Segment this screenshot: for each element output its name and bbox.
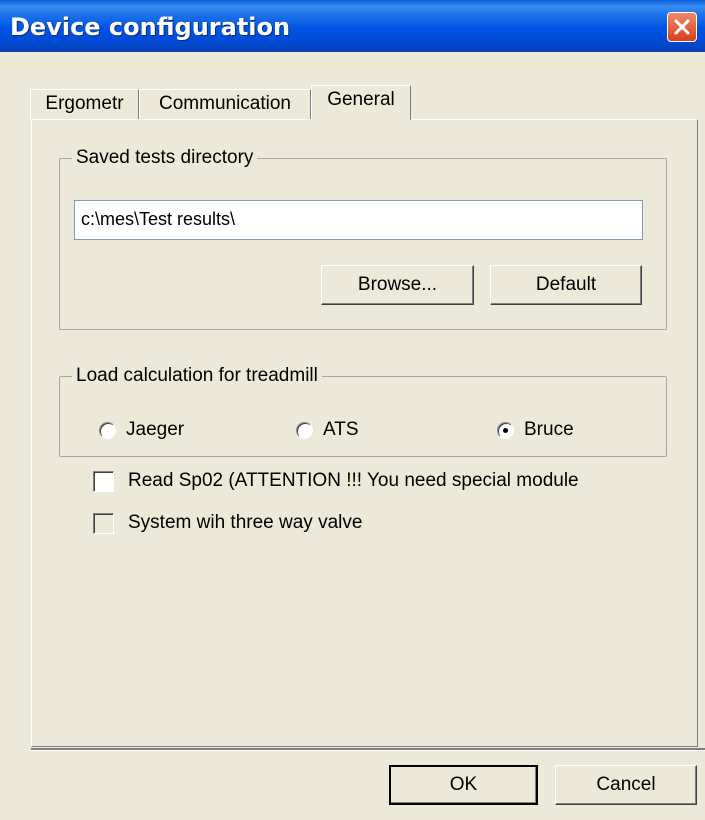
radio-button-selected[interactable] [497,421,514,439]
window-title: Device configuration [10,13,291,41]
ok-button[interactable]: OK [389,765,538,805]
radio-button[interactable] [99,421,116,439]
checkbox-label: Read Sp02 (ATTENTION !!! You need specia… [128,470,579,491]
radio-bruce[interactable]: Bruce [497,415,574,445]
close-button[interactable] [667,12,697,42]
tab-ergometr[interactable]: Ergometr [30,89,139,119]
three-way-valve-checkbox[interactable] [93,512,114,534]
tab-general[interactable]: General [311,85,411,120]
tab-label: Communication [159,93,291,114]
saved-tests-legend: Saved tests directory [72,147,258,169]
load-calculation-legend: Load calculation for treadmill [72,365,322,387]
cancel-button[interactable]: Cancel [555,765,697,805]
checkbox-label: System wih three way valve [128,512,363,533]
tab-label: Ergometr [45,93,124,114]
read-spo2-checkbox-row[interactable]: Read Sp02 (ATTENTION !!! You need specia… [93,466,579,496]
title-bar[interactable]: Device configuration [0,0,705,52]
close-icon [674,19,690,35]
tab-communication[interactable]: Communication [139,89,311,119]
browse-button[interactable]: Browse... [321,265,474,305]
tab-joiner [317,117,407,121]
saved-tests-path-input[interactable]: c:\mes\Test results\ [74,200,643,240]
default-button[interactable]: Default [490,265,642,305]
footer-divider [31,748,705,751]
radio-jaeger[interactable]: Jaeger [99,415,184,445]
tab-label: General [327,89,395,110]
tab-strip: Ergometr Communication General [0,85,705,120]
three-way-valve-checkbox-row[interactable]: System wih three way valve [93,508,362,538]
radio-label: Jaeger [126,419,185,440]
radio-label: ATS [323,419,359,440]
radio-ats[interactable]: ATS [296,415,359,445]
read-spo2-checkbox[interactable] [93,470,114,492]
radio-label: Bruce [524,419,574,440]
radio-button[interactable] [296,421,313,439]
